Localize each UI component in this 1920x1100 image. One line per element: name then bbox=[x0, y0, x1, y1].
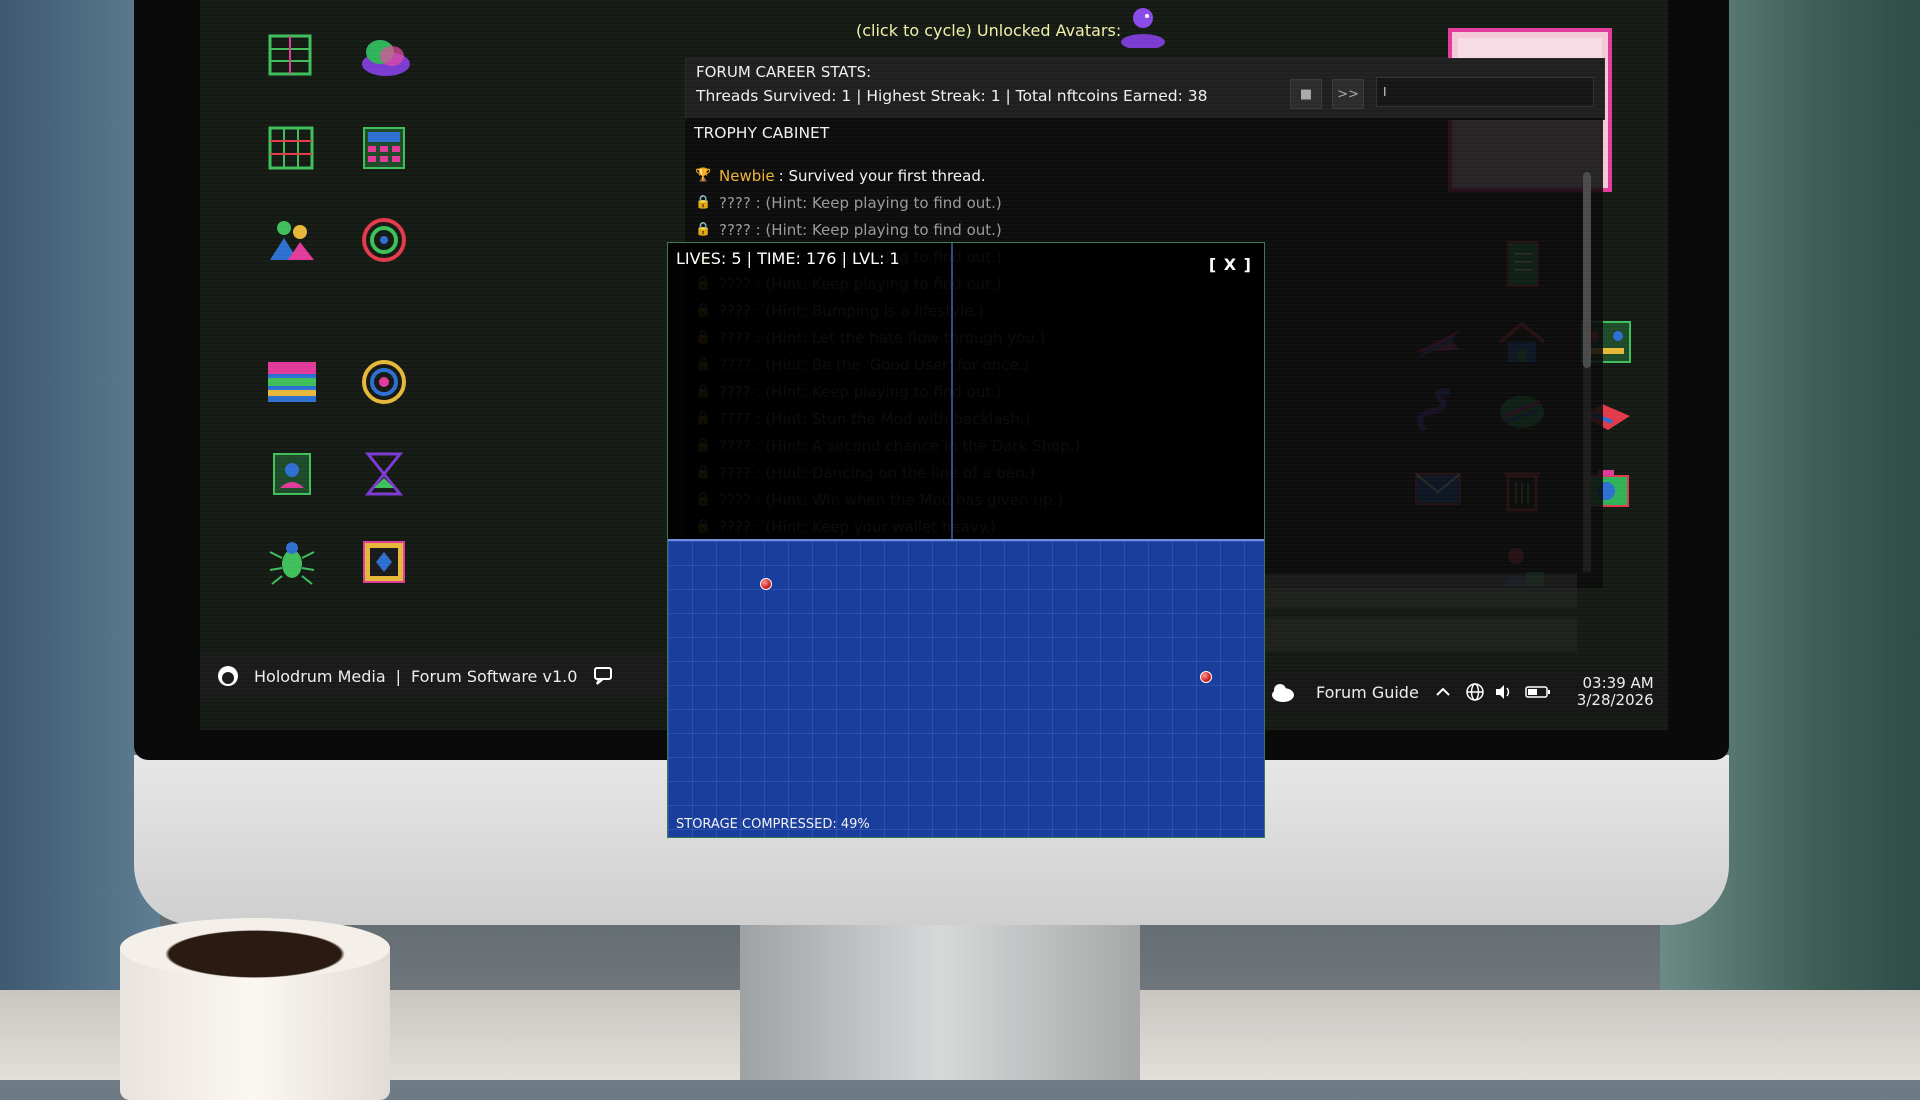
volume-icon[interactable] bbox=[1493, 682, 1513, 702]
enemy-ball bbox=[760, 578, 772, 590]
storage-status: STORAGE COMPRESSED: 49% bbox=[676, 817, 870, 832]
clock-time: 03:39 AM bbox=[1582, 674, 1654, 692]
hourglass-icon[interactable] bbox=[352, 446, 416, 502]
cloud-icon[interactable] bbox=[352, 28, 416, 84]
lock-icon: 🔒 bbox=[695, 195, 712, 210]
brand-label: Holodrum Media bbox=[254, 666, 386, 686]
command-input[interactable] bbox=[1376, 77, 1594, 107]
trophy-scrollbar[interactable] bbox=[1583, 172, 1591, 572]
avatars-cycle-label[interactable]: (click to cycle) Unlocked Avatars: bbox=[856, 21, 1121, 40]
trophy-description: : Survived your first thread. bbox=[778, 166, 986, 185]
trophy-description: ???? : (Hint: Keep playing to find out.) bbox=[719, 220, 1002, 239]
chat-bubble-icon[interactable] bbox=[593, 664, 617, 688]
coffee-cup-rim bbox=[120, 918, 390, 978]
game-window[interactable]: LIVES: 5 | TIME: 176 | LVL: 1 [ X ] STOR… bbox=[667, 242, 1265, 838]
trophy-item: 🔒 ???? : (Hint: Keep playing to find out.… bbox=[695, 216, 1575, 243]
stats-summary: Threads Survived: 1 | Highest Streak: 1 … bbox=[696, 87, 1208, 105]
globe-icon[interactable] bbox=[1465, 682, 1485, 702]
contact-icon[interactable] bbox=[260, 446, 324, 502]
lock-icon: 🔒 bbox=[695, 222, 712, 237]
radar-icon[interactable] bbox=[352, 354, 416, 410]
spreadsheet-icon[interactable] bbox=[260, 28, 324, 84]
career-stats-panel: FORUM CAREER STATS: Threads Survived: 1 … bbox=[685, 58, 1605, 120]
chevron-up-icon[interactable] bbox=[1435, 684, 1451, 700]
trophy-description: ???? : (Hint: Keep playing to find out.) bbox=[719, 193, 1002, 212]
game-water-field[interactable] bbox=[668, 539, 1264, 837]
trophy-item: 🔒 ???? : (Hint: Keep playing to find out.… bbox=[695, 189, 1575, 216]
game-hud: LIVES: 5 | TIME: 176 | LVL: 1 bbox=[676, 249, 900, 268]
monitor-stand bbox=[740, 915, 1140, 1080]
calculator-icon[interactable] bbox=[352, 120, 416, 176]
forum-guide-label[interactable]: Forum Guide bbox=[1316, 683, 1419, 702]
target-icon[interactable] bbox=[352, 212, 416, 268]
holodrum-logo-icon[interactable] bbox=[216, 664, 240, 688]
clock-date: 3/28/2026 bbox=[1576, 691, 1654, 709]
trophy-icon: 🏆 bbox=[695, 168, 712, 183]
battery-icon[interactable] bbox=[1525, 684, 1551, 700]
taskbar-right: Forum Guide 03:39 AM 3/28/2026 bbox=[1258, 670, 1668, 714]
trophy-name: Newbie bbox=[719, 166, 775, 185]
software-label: Forum Software v1.0 bbox=[411, 666, 578, 686]
cloud-guide-icon[interactable] bbox=[1270, 680, 1296, 704]
avatar-image[interactable] bbox=[1118, 4, 1168, 48]
trophy-item: 🏆 Newbie : Survived your first thread. bbox=[695, 162, 1575, 189]
taskbar-left: Holodrum Media | Forum Software v1.0 bbox=[200, 654, 678, 698]
brand-separator: | bbox=[395, 666, 402, 686]
game-close-button[interactable]: [ X ] bbox=[1209, 255, 1252, 274]
trophy-title: TROPHY CABINET bbox=[694, 124, 830, 142]
people-icon[interactable] bbox=[260, 212, 324, 268]
stop-button[interactable]: ■ bbox=[1290, 79, 1322, 109]
scrollbar-thumb[interactable] bbox=[1583, 172, 1591, 368]
card-icon[interactable] bbox=[352, 534, 416, 590]
clock[interactable]: 03:39 AM 3/28/2026 bbox=[1577, 675, 1654, 709]
player-ball[interactable] bbox=[1200, 671, 1212, 683]
fast-forward-button[interactable]: >> bbox=[1332, 79, 1364, 109]
bug-icon[interactable] bbox=[260, 534, 324, 590]
stats-title: FORUM CAREER STATS: bbox=[696, 63, 872, 81]
gradient-icon[interactable] bbox=[260, 354, 324, 410]
tic-tac-toe-icon[interactable] bbox=[260, 120, 324, 176]
